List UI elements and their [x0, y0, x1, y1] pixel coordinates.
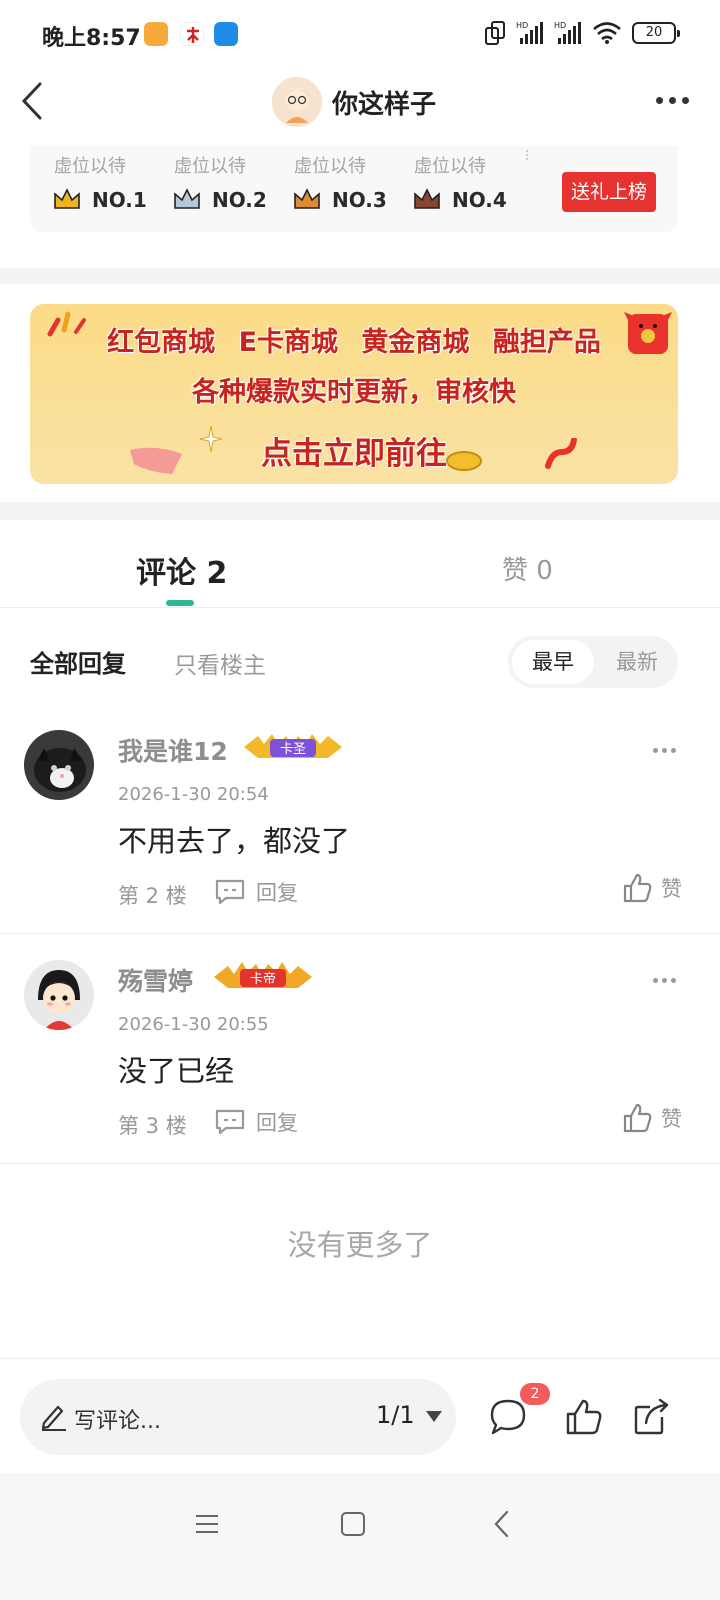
rank-overflow-indicator [526, 150, 530, 160]
rank-badge-icon: 卡圣 [244, 734, 342, 758]
promo-banner[interactable]: 红包商城 E卡商城 黄金商城 融担产品 各种爆款实时更新，审核快 点击立即前往 [30, 304, 678, 484]
reply-label: 回复 [256, 1111, 298, 1135]
comment-item: 我是谁12 卡圣 2026-1-30 20:54 不用去了，都没了 第 2 楼 … [0, 704, 720, 934]
comment-author-name[interactable]: 我是谁12 [118, 732, 228, 768]
rank-slot[interactable]: 虚位以待 NO.1 [30, 148, 147, 220]
bottom-action-bar: 写评论... 1/1 2 [0, 1358, 720, 1474]
comment-timestamp: 2026-1-30 20:54 [118, 784, 269, 805]
battery-icon: 20 [632, 22, 680, 44]
comment-floor: 第 3 楼 [118, 1114, 187, 1138]
tab-likes[interactable]: 赞 0 [502, 550, 553, 587]
badge-label: 卡圣 [280, 742, 306, 757]
crown-gold-icon [54, 188, 80, 209]
header-title-group[interactable]: 你这样子 [272, 76, 436, 128]
like-label: 赞 [661, 1107, 682, 1131]
home-icon[interactable] [338, 1509, 368, 1539]
comment-more-icon[interactable] [653, 748, 676, 753]
svg-text:HD: HD [554, 21, 566, 30]
notification-app-icon-3 [214, 22, 238, 46]
back-button[interactable] [18, 80, 58, 122]
rank-number: NO.2 [212, 188, 267, 212]
top-bar: 你这样子 [0, 66, 720, 136]
avatar[interactable] [24, 960, 94, 1030]
comment-input[interactable]: 写评论... 1/1 [20, 1379, 456, 1455]
notification-app-icon [144, 22, 168, 46]
menu-icon[interactable] [192, 1509, 222, 1539]
comment-floor: 第 2 楼 [118, 884, 187, 908]
end-of-list-text: 没有更多了 [287, 1228, 433, 1262]
rank-placeholder: 虚位以待 [174, 156, 246, 177]
rank-badge-icon: 卡帝 [214, 962, 312, 988]
reply-icon [215, 879, 245, 905]
comment-author-name[interactable]: 殇雪婷 [118, 962, 193, 998]
signal-hd-icon: HD [516, 21, 543, 44]
comment-text: 不用去了，都没了 [118, 824, 351, 858]
screen-rotate-icon [485, 21, 505, 45]
rank-slot[interactable]: 虚位以待 NO.2 [150, 148, 267, 220]
filter-op-only[interactable]: 只看楼主 [174, 646, 266, 680]
crown-silver-icon [174, 188, 200, 209]
thumb-up-icon[interactable] [564, 1397, 604, 1437]
notification-app-icon-2 [180, 22, 204, 46]
section-divider [0, 268, 720, 284]
comment-timestamp: 2026-1-30 20:55 [118, 1014, 269, 1035]
banner-line-1: 红包商城 E卡商城 黄金商城 融担产品 [107, 327, 601, 358]
caret-down-icon[interactable] [426, 1411, 442, 1422]
rank-slot[interactable]: 虚位以待 NO.3 [270, 148, 387, 220]
back-nav-icon[interactable] [488, 1509, 518, 1539]
status-icons: HD HD 20 [484, 20, 680, 46]
reply-label: 回复 [256, 881, 298, 905]
thumb-up-icon [623, 1103, 652, 1133]
sort-earliest-button[interactable]: 最早 [512, 640, 594, 684]
gift-rank-card: 虚位以待 NO.1 虚位以待 NO.2 虚位以待 NO.3 虚位以待 NO.4 … [30, 146, 678, 232]
reply-button[interactable]: 回复 [214, 876, 298, 908]
rank-placeholder: 虚位以待 [414, 156, 486, 177]
comment-more-icon[interactable] [653, 978, 676, 983]
thumb-up-icon [623, 873, 652, 903]
rank-placeholder: 虚位以待 [54, 156, 126, 177]
send-gift-button[interactable]: 送礼上榜 [562, 172, 656, 212]
signal-hd-icon-2: HD [554, 21, 581, 44]
comment-text: 没了已经 [118, 1054, 235, 1088]
share-icon[interactable] [632, 1397, 672, 1437]
page-title: 你这样子 [332, 89, 437, 120]
banner-line-2: 各种爆款实时更新，审核快 [192, 377, 516, 408]
more-dots-icon[interactable] [656, 88, 696, 112]
comment-bubble-icon[interactable] [488, 1397, 528, 1437]
tab-comments[interactable]: 评论 2 [136, 548, 227, 592]
tab-bar: 评论 2 赞 0 [0, 520, 720, 608]
avatar[interactable] [24, 730, 94, 800]
chevron-left-icon [21, 82, 42, 120]
sort-latest-button[interactable]: 最新 [604, 640, 670, 684]
tab-active-indicator [166, 600, 194, 606]
svg-text:HD: HD [516, 21, 528, 30]
status-bar: 晚上8:57 HD HD 20 [0, 0, 720, 66]
comment-count-badge: 2 [520, 1383, 550, 1405]
author-avatar[interactable] [272, 77, 322, 127]
crown-bronze-icon [294, 188, 320, 209]
rank-number: NO.4 [452, 188, 507, 212]
rank-slot[interactable]: 虚位以待 NO.4 [390, 148, 507, 220]
wifi-icon [593, 22, 621, 44]
filter-all-replies[interactable]: 全部回复 [30, 644, 126, 679]
section-divider [0, 502, 720, 520]
pencil-icon [41, 1405, 66, 1431]
crown-dark-icon [414, 188, 440, 209]
sort-toggle: 最早 最新 [508, 636, 678, 688]
comment-input-placeholder: 写评论... [74, 1409, 161, 1434]
rank-number: NO.3 [332, 188, 387, 212]
comment-item: 殇雪婷 卡帝 2026-1-30 20:55 没了已经 第 3 楼 回复 赞 [0, 934, 720, 1164]
reply-icon [215, 1109, 245, 1135]
like-button[interactable]: 赞 [621, 1102, 682, 1134]
banner-cta: 点击立即前往 [261, 436, 447, 472]
like-button[interactable]: 赞 [621, 872, 682, 904]
like-label: 赞 [661, 877, 682, 901]
badge-label: 卡帝 [250, 971, 276, 987]
page-indicator[interactable]: 1/1 [376, 1401, 415, 1429]
rank-placeholder: 虚位以待 [294, 156, 366, 177]
reply-button[interactable]: 回复 [214, 1106, 298, 1138]
rank-number: NO.1 [92, 188, 147, 212]
system-nav-bar [0, 1474, 720, 1600]
status-time: 晚上8:57 [42, 26, 141, 51]
